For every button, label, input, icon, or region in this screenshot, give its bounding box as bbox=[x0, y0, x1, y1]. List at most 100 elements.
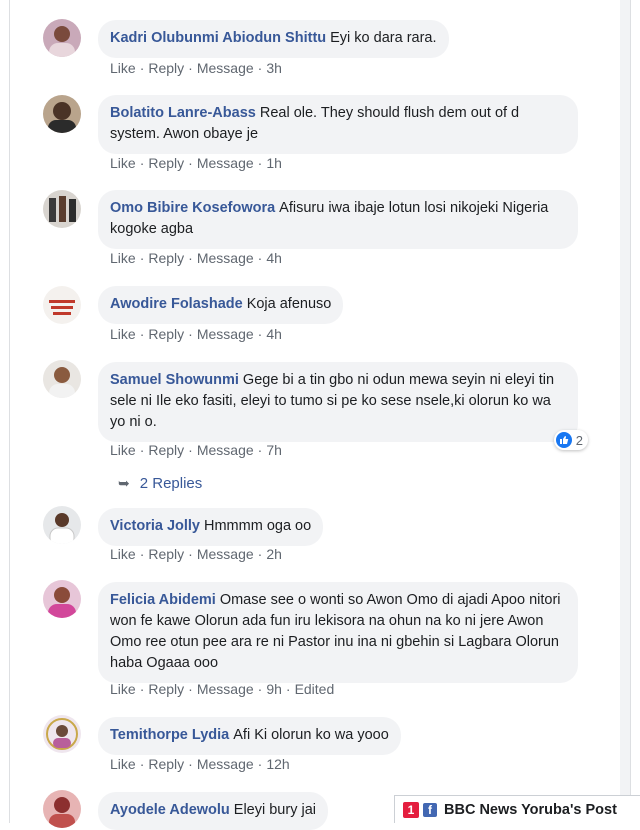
comment-author[interactable]: Felicia Abidemi bbox=[110, 592, 216, 608]
separator: · bbox=[188, 155, 193, 171]
like-link[interactable]: Like bbox=[110, 326, 136, 342]
reply-link[interactable]: Reply bbox=[148, 681, 184, 697]
comment-bubble: Omo Bibire Kosefowora Afisuru iwa ibaje l… bbox=[98, 190, 578, 249]
avatar[interactable] bbox=[43, 95, 81, 133]
comment-bubble: Awodire Folashade Koja afenuso bbox=[98, 286, 344, 324]
comment-text: Eleyi bury jai bbox=[233, 802, 316, 818]
separator: · bbox=[257, 60, 263, 76]
thumbs-up-icon bbox=[555, 432, 572, 448]
comment-bubble: Temithorpe Lydia Afi Ki olorun ko wa yooo bbox=[98, 717, 401, 755]
separator: · bbox=[139, 60, 145, 76]
timestamp[interactable]: 12h bbox=[266, 756, 289, 772]
scroll-gutter bbox=[620, 0, 630, 823]
separator: · bbox=[188, 681, 193, 697]
comment-actions: Like · Reply · Message · 7h bbox=[110, 442, 282, 458]
like-link[interactable]: Like bbox=[110, 681, 136, 697]
separator: · bbox=[139, 442, 145, 458]
avatar[interactable] bbox=[43, 580, 81, 618]
separator: · bbox=[188, 250, 193, 266]
view-replies-link[interactable]: ➥ 2 Replies bbox=[118, 475, 202, 492]
separator: · bbox=[139, 155, 145, 171]
comment-author[interactable]: Samuel Showunmi bbox=[110, 372, 239, 388]
timestamp[interactable]: 4h bbox=[266, 250, 282, 266]
separator: · bbox=[139, 546, 145, 562]
timestamp[interactable]: 4h bbox=[266, 326, 282, 342]
comment-text: Afi Ki olorun ko wa yooo bbox=[233, 727, 389, 743]
like-link[interactable]: Like bbox=[110, 756, 136, 772]
comment-author[interactable]: Victoria Jolly bbox=[110, 518, 200, 534]
notification-tab[interactable]: 1 f BBC News Yoruba's Post bbox=[394, 795, 640, 823]
facebook-icon: f bbox=[423, 802, 437, 817]
timestamp[interactable]: 2h bbox=[266, 546, 282, 562]
comments-panel: Kadri Olubunmi Abiodun Shittu Eyi ko dara… bbox=[9, 0, 631, 830]
avatar[interactable] bbox=[43, 360, 81, 398]
notification-label: BBC News Yoruba's Post bbox=[444, 801, 617, 818]
reply-link[interactable]: Reply bbox=[148, 60, 184, 76]
separator: · bbox=[139, 756, 145, 772]
like-link[interactable]: Like bbox=[110, 250, 136, 266]
comment-actions: Like · Reply · Message · 1h bbox=[110, 155, 282, 171]
avatar[interactable] bbox=[43, 286, 81, 324]
reply-link[interactable]: Reply bbox=[148, 546, 184, 562]
comment-text: Eyi ko dara rara. bbox=[330, 30, 437, 46]
comment-author[interactable]: Temithorpe Lydia bbox=[110, 727, 229, 743]
avatar[interactable] bbox=[43, 190, 81, 228]
timestamp[interactable]: 7h bbox=[266, 442, 282, 458]
avatar[interactable] bbox=[43, 19, 81, 57]
comment-author[interactable]: Awodire Folashade bbox=[110, 296, 243, 312]
reply-arrow-icon: ➥ bbox=[118, 475, 130, 491]
comment-bubble: Ayodele Adewolu Eleyi bury jai bbox=[98, 792, 328, 830]
reply-link[interactable]: Reply bbox=[148, 155, 184, 171]
separator: · bbox=[257, 442, 263, 458]
comment-bubble: Felicia Abidemi Omase see o wonti so Awon… bbox=[98, 582, 578, 683]
like-link[interactable]: Like bbox=[110, 442, 136, 458]
timestamp[interactable]: 1h bbox=[266, 155, 282, 171]
timestamp[interactable]: 9h bbox=[266, 681, 282, 697]
separator: · bbox=[257, 546, 263, 562]
avatar[interactable] bbox=[43, 506, 81, 544]
separator: · bbox=[257, 681, 263, 697]
comment-bubble: Bolatito Lanre-Abass Real ole. They shoul… bbox=[98, 95, 578, 154]
comment-bubble: Kadri Olubunmi Abiodun Shittu Eyi ko dara… bbox=[98, 20, 449, 58]
separator: · bbox=[285, 681, 291, 697]
like-link[interactable]: Like bbox=[110, 546, 136, 562]
like-link[interactable]: Like bbox=[110, 60, 136, 76]
reply-link[interactable]: Reply bbox=[148, 250, 184, 266]
separator: · bbox=[257, 326, 263, 342]
comment-author[interactable]: Ayodele Adewolu bbox=[110, 802, 230, 818]
reaction-count[interactable]: 2 bbox=[553, 430, 588, 450]
separator: · bbox=[257, 756, 263, 772]
avatar[interactable] bbox=[43, 790, 81, 828]
replies-count: 2 Replies bbox=[139, 475, 203, 492]
message-link[interactable]: Message bbox=[197, 681, 254, 697]
notification-count-badge: 1 bbox=[403, 801, 419, 818]
comment-author[interactable]: Bolatito Lanre-Abass bbox=[110, 105, 256, 121]
reply-link[interactable]: Reply bbox=[148, 326, 184, 342]
comment-author[interactable]: Omo Bibire Kosefowora bbox=[110, 200, 275, 216]
message-link[interactable]: Message bbox=[197, 756, 254, 772]
separator: · bbox=[139, 681, 145, 697]
separator: · bbox=[188, 326, 193, 342]
reaction-number: 2 bbox=[575, 432, 583, 448]
comment-actions: Like · Reply · Message · 9h · Edited bbox=[110, 681, 334, 697]
message-link[interactable]: Message bbox=[197, 250, 254, 266]
separator: · bbox=[188, 442, 193, 458]
comment-author[interactable]: Kadri Olubunmi Abiodun Shittu bbox=[110, 30, 326, 46]
comment-actions: Like · Reply · Message · 2h bbox=[110, 546, 282, 562]
separator: · bbox=[188, 546, 193, 562]
separator: · bbox=[257, 155, 263, 171]
comment-actions: Like · Reply · Message · 4h bbox=[110, 250, 282, 266]
message-link[interactable]: Message bbox=[197, 155, 254, 171]
separator: · bbox=[188, 60, 193, 76]
message-link[interactable]: Message bbox=[197, 326, 254, 342]
edited-label[interactable]: Edited bbox=[295, 681, 335, 697]
message-link[interactable]: Message bbox=[197, 546, 254, 562]
like-link[interactable]: Like bbox=[110, 155, 136, 171]
comment-bubble: Victoria Jolly Hmmmm oga oo bbox=[98, 508, 324, 546]
avatar[interactable] bbox=[43, 715, 81, 753]
message-link[interactable]: Message bbox=[197, 60, 254, 76]
message-link[interactable]: Message bbox=[197, 442, 254, 458]
timestamp[interactable]: 3h bbox=[266, 60, 282, 76]
reply-link[interactable]: Reply bbox=[148, 442, 184, 458]
reply-link[interactable]: Reply bbox=[148, 756, 184, 772]
